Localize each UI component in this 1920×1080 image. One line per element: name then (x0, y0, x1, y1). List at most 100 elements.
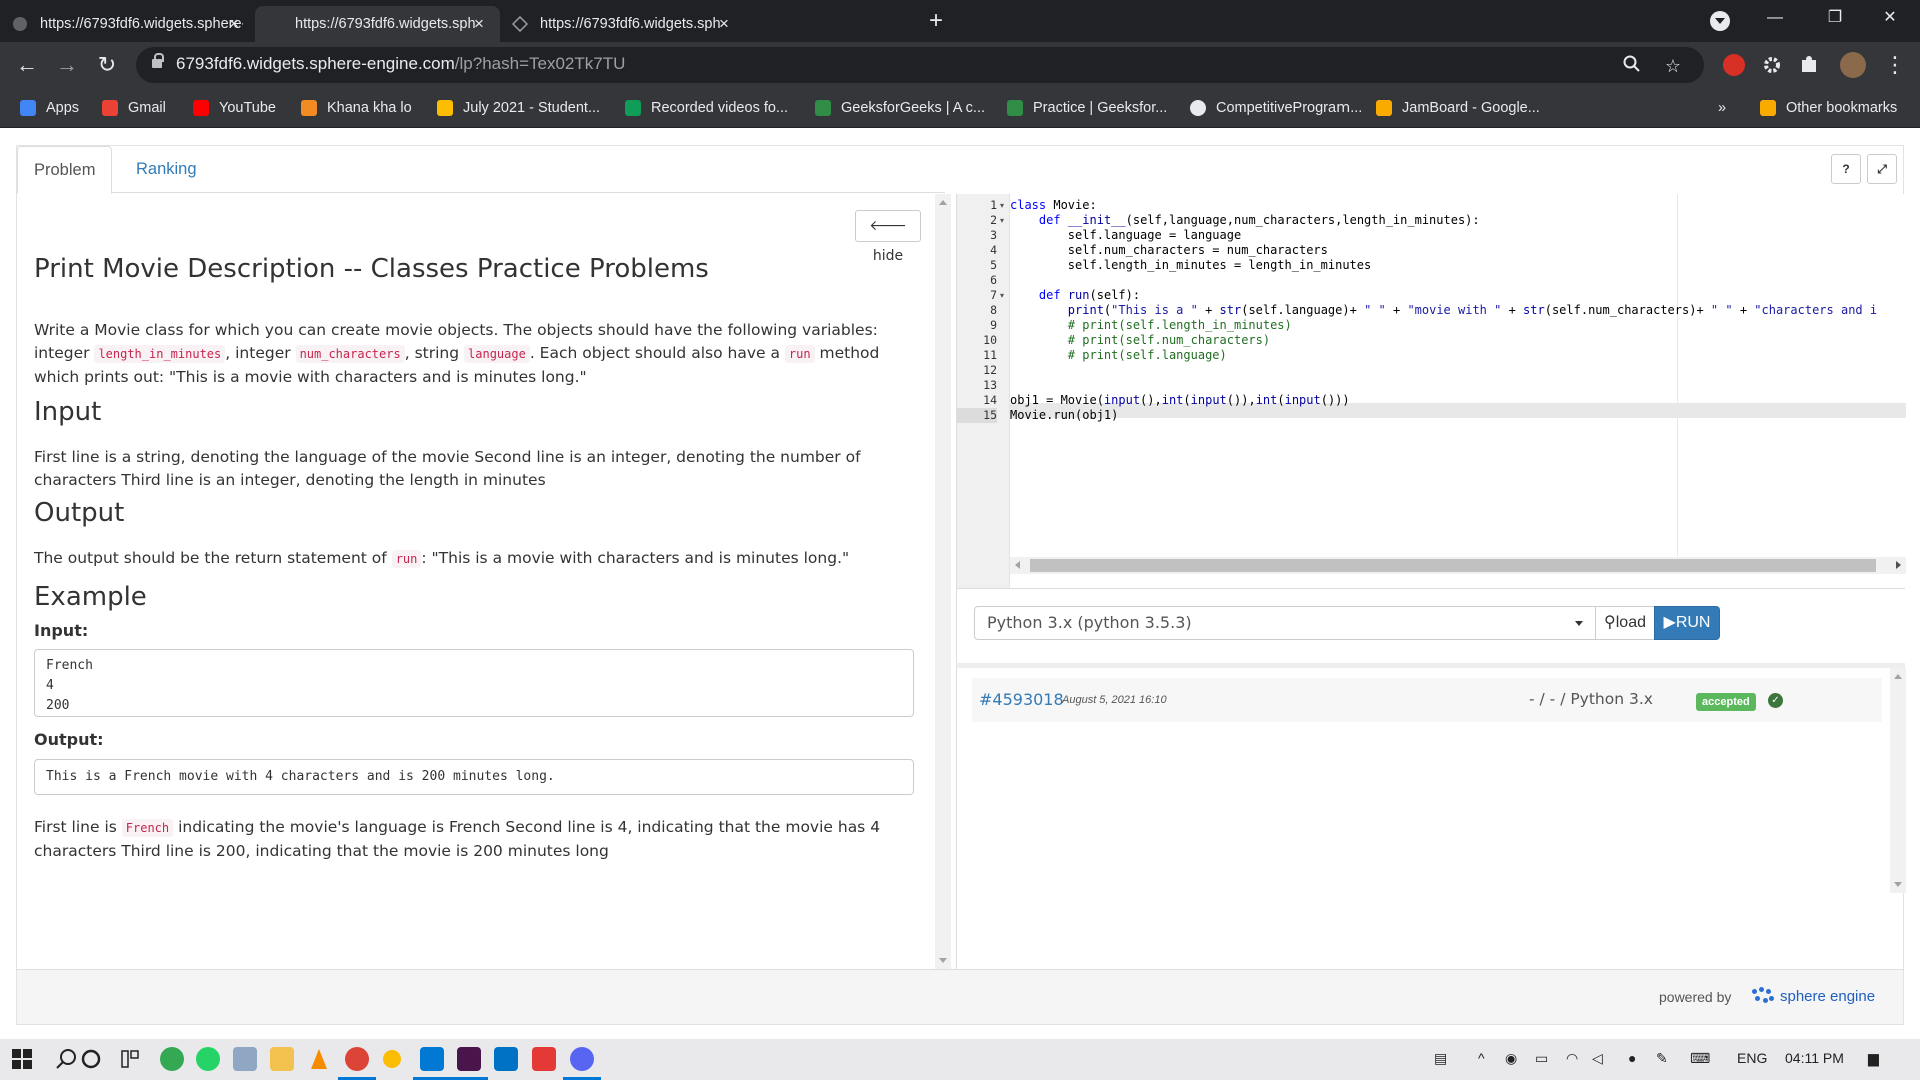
close-window-icon[interactable]: ✕ (1860, 0, 1920, 36)
news-icon[interactable]: ▤ (1434, 1050, 1447, 1067)
file-explorer-icon[interactable] (270, 1047, 294, 1071)
app-icon[interactable] (383, 1050, 401, 1068)
problem-tabs: Problem Ranking (17, 146, 945, 194)
run-button[interactable]: ▶RUN (1654, 606, 1720, 640)
browser-tab-2[interactable]: https://6793fdf6.widgets.sphere- × (255, 6, 500, 42)
address-bar[interactable]: 6793fdf6.widgets.sphere-engine.com/lp?ha… (136, 47, 1704, 83)
help-button[interactable]: ? (1831, 154, 1861, 184)
code-editor[interactable]: 1 ▾ 2 ▾ 3 4 5 6 7 ▾ 8 9 10 11 12 13 14 15 c… (956, 194, 1906, 588)
line-number: 3 (990, 228, 997, 242)
bookmark-gmail[interactable]: Gmail (102, 98, 166, 118)
fold-arrow-icon[interactable]: ▾ (1000, 198, 1008, 213)
forward-icon[interactable]: → (52, 50, 82, 80)
site-favicon-icon (511, 15, 529, 33)
profile-avatar[interactable] (1840, 52, 1866, 78)
example-explanation: First line is French indicating the movi… (34, 818, 881, 860)
browser-tab-3[interactable]: https://6793fdf6.widgets.sphere- × (500, 6, 745, 42)
close-tab-icon[interactable]: × (715, 15, 733, 33)
app-icon[interactable] (160, 1047, 184, 1071)
sphere-engine-logo[interactable]: sphere engine (1752, 987, 1875, 1005)
notifications-icon[interactable]: ▆ (1868, 1050, 1879, 1067)
language-select[interactable]: Python 3.x (python 3.5.3) (974, 606, 1596, 640)
reload-icon[interactable]: ↻ (92, 50, 122, 80)
submissions-scrollbar[interactable] (1890, 668, 1906, 893)
fold-arrow-icon[interactable]: ▾ (1000, 213, 1008, 228)
browser-tab-1[interactable]: https://6793fdf6.widgets.sphere- × (0, 6, 255, 42)
example-input-box: French 4 200 (34, 649, 914, 717)
code-line: print("This is a " + str(self.language)+… (1067, 303, 1878, 317)
battery-icon[interactable]: ▭ (1535, 1050, 1548, 1067)
volume-icon[interactable]: ◁ (1592, 1050, 1603, 1067)
menu-kebab-icon[interactable]: ⋮ (1880, 50, 1910, 80)
editor-horizontal-scrollbar[interactable] (1010, 557, 1906, 574)
extensions-puzzle-icon[interactable] (1799, 54, 1821, 76)
problem-scrollbar[interactable] (935, 194, 951, 969)
minimize-icon[interactable]: — (1745, 0, 1805, 36)
submission-language: - / - / Python 3.x (1529, 690, 1653, 708)
whatsapp-icon[interactable] (196, 1047, 220, 1071)
line-gutter: 1 ▾ 2 ▾ 3 4 5 6 7 ▾ 8 9 10 11 12 13 14 15 (957, 194, 1010, 588)
load-button[interactable]: ⚲load (1595, 606, 1655, 640)
code-text-area[interactable]: class Movie: def __init__(self,language,… (1010, 194, 1906, 556)
close-tab-icon[interactable]: × (470, 15, 488, 33)
back-icon[interactable]: ← (12, 50, 42, 80)
input-description: First line is a string, denoting the lan… (34, 448, 861, 489)
zoom-icon[interactable] (1621, 55, 1643, 77)
fold-arrow-icon[interactable]: ▾ (1000, 288, 1008, 303)
anydesk-icon[interactable] (532, 1047, 556, 1071)
bookmark-practice[interactable]: Practice | Geeksfor... (1007, 98, 1167, 118)
submission-id-link[interactable]: #4593018 (979, 690, 1064, 709)
chevron-up-icon[interactable]: ^ (1478, 1050, 1485, 1066)
bookmarks-bar: Apps Gmail YouTube Khana kha lo July 202… (0, 88, 1920, 128)
output-description: The output should be the return statemen… (34, 549, 850, 568)
extension-shield-icon[interactable] (1723, 54, 1745, 76)
clock[interactable]: 04:11 PM (1785, 1050, 1844, 1066)
problem-panel: 🡐 hide Print Movie Description -- Classe… (17, 194, 935, 969)
code-line: def __init__(self,language,num_character… (1038, 213, 1480, 227)
food-icon (301, 100, 317, 116)
input-language[interactable]: ENG (1737, 1050, 1767, 1066)
restore-icon[interactable]: ❐ (1805, 0, 1865, 36)
page: Problem Ranking ? ⤢ 🡐 hide Print Movie D… (0, 129, 1920, 1039)
wifi-icon[interactable]: ◠ (1566, 1050, 1578, 1067)
line-number: 7 (990, 288, 997, 302)
microphone-icon[interactable]: ● (1628, 1050, 1636, 1066)
bookmark-jamboard[interactable]: JamBoard - Google... (1376, 98, 1540, 118)
bookmark-youtube[interactable]: YouTube (193, 98, 276, 118)
hide-button[interactable]: 🡐 hide (855, 210, 921, 264)
new-tab-button[interactable]: + (923, 8, 949, 34)
bookmark-recorded-videos[interactable]: Recorded videos fo... (625, 98, 788, 118)
tab-ranking[interactable]: Ranking (120, 146, 213, 194)
slack-icon[interactable] (457, 1047, 481, 1071)
task-view-icon[interactable] (118, 1047, 142, 1071)
pen-icon[interactable]: ✎ (1656, 1050, 1668, 1067)
search-icon[interactable] (55, 1047, 79, 1071)
bookmark-apps[interactable]: Apps (20, 98, 79, 118)
chrome-icon[interactable] (345, 1047, 369, 1071)
submission-row[interactable]: #4593018 August 5, 2021 16:10 - / - / Py… (972, 678, 1882, 722)
network-icon[interactable]: ◉ (1505, 1050, 1517, 1067)
bookmark-july-2021[interactable]: July 2021 - Student... (437, 98, 600, 118)
cortana-icon[interactable] (79, 1047, 103, 1071)
line-number: 11 (983, 348, 997, 362)
bookmark-geeksforgeeks[interactable]: GeeksforGeeks | A c... (815, 98, 985, 118)
more-bookmarks-icon[interactable]: » (1718, 98, 1726, 118)
bookmark-star-icon[interactable]: ☆ (1662, 55, 1684, 77)
photos-icon[interactable] (233, 1047, 257, 1071)
mail-icon[interactable] (494, 1047, 518, 1071)
discord-icon[interactable] (570, 1047, 594, 1071)
keyboard-icon[interactable]: ⌨ (1690, 1050, 1710, 1067)
bookmark-khana[interactable]: Khana kha lo (301, 98, 412, 118)
close-tab-icon[interactable]: × (225, 15, 243, 33)
problem-description: Write a Movie class for which you can cr… (34, 321, 880, 386)
tab-search-icon[interactable] (1710, 11, 1730, 31)
extension-gear-icon[interactable] (1761, 54, 1783, 76)
drive-icon (625, 100, 641, 116)
fullscreen-button[interactable]: ⤢ (1867, 154, 1897, 184)
tab-problem[interactable]: Problem (17, 146, 113, 194)
other-bookmarks[interactable]: Other bookmarks (1760, 98, 1897, 118)
vscode-icon[interactable] (420, 1047, 444, 1071)
windows-start-icon[interactable] (10, 1047, 34, 1071)
vlc-icon[interactable] (307, 1047, 331, 1071)
bookmark-competitive[interactable]: CompetitivePrograⅿ... (1190, 98, 1362, 118)
